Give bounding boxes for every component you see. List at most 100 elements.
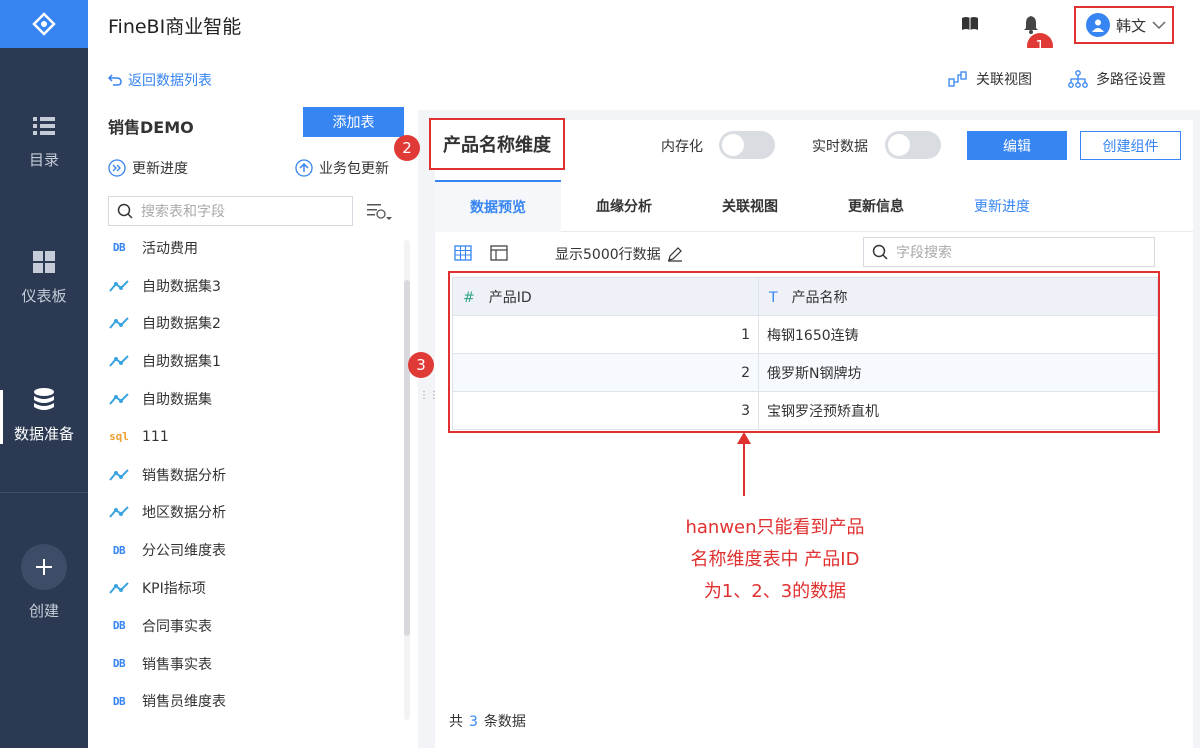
list-item[interactable]: DB 销售员维度表 [108,683,398,721]
table-label: 地区数据分析 [142,505,226,522]
multipath-settings-button[interactable]: 多路径设置 [1068,69,1166,89]
list-scrollbar-thumb[interactable] [404,280,410,636]
list-item[interactable]: 自助数据集2 [108,305,398,343]
hierarchy-icon [1068,70,1088,88]
table-label: KPI指标项 [142,581,206,598]
panel-resize-handle[interactable]: ⋮⋮ [419,390,439,406]
table-list: DB 活动费用 自助数据集3 自助数据集2 自助数据集1 自助数据集 sql 111… [108,229,398,720]
list-item[interactable]: 自助数据集3 [108,267,398,305]
create-component-button[interactable]: 创建组件 [1080,131,1181,160]
column-header-product-name[interactable]: T 产品名称 [758,277,1158,316]
update-progress-link[interactable]: 更新进度 [108,158,188,178]
list-item[interactable]: DB 合同事实表 [108,607,398,645]
table-label: 销售员维度表 [142,694,226,711]
pencil-icon [667,247,682,262]
field-search-placeholder: 字段搜索 [896,245,952,261]
relation-view-button[interactable]: 关联视图 [948,69,1032,89]
realtime-toggle[interactable] [885,131,941,159]
logo-icon [32,12,56,36]
list-item[interactable]: KPI指标项 [108,569,398,607]
self-service-dataset-icon [108,279,130,293]
db-table-icon: DB [112,543,126,557]
list-item[interactable]: 销售数据分析 [108,456,398,494]
number-type-icon: # [463,289,475,306]
table-label: 自助数据集3 [142,278,221,295]
table-label: 活动费用 [142,240,198,257]
app-title: FineBI商业智能 [108,16,242,38]
self-service-dataset-icon [108,316,130,330]
nav-label-create: 创建 [28,601,59,620]
book-icon[interactable] [960,14,980,34]
back-to-data-list-link[interactable]: 返回数据列表 [108,70,212,90]
row-count-value: 3 [469,714,478,730]
in-memory-toggle[interactable] [719,131,775,159]
tab-update-info[interactable]: 更新信息 [813,180,939,232]
table-header-row: # 产品ID T 产品名称 [452,277,1158,316]
create-button[interactable] [21,543,67,590]
back-label: 返回数据列表 [128,73,212,89]
grid-view-icon[interactable] [454,245,472,261]
list-item[interactable]: 地区数据分析 [108,494,398,532]
annotation-badge-3: 3 [408,352,434,378]
nav-item-create[interactable]: 创建 [0,532,88,632]
left-navigation: 目录 仪表板 数据准备 创建 [0,0,88,748]
nav-item-data-prep[interactable]: 数据准备 [0,370,88,460]
upload-icon [295,159,313,177]
relation-view-label: 关联视图 [976,72,1032,88]
add-table-button[interactable]: 添加表 [303,107,404,137]
app-logo[interactable] [0,0,88,48]
cell-product-id: 2 [452,353,759,392]
table-label: 销售事实表 [142,656,212,673]
table-row: 2 俄罗斯N钢牌坊 [452,353,1158,392]
column-header-product-id[interactable]: # 产品ID [452,277,759,316]
search-icon [872,244,888,260]
edit-button[interactable]: 编辑 [967,131,1067,160]
business-package-title: 销售DEMO [108,118,194,137]
list-item[interactable]: DB 活动费用 [108,229,398,267]
annotation-line-2: 名称维度表中 产品ID [690,549,860,570]
list-item[interactable]: DB 分公司维度表 [108,531,398,569]
layout-view-icon[interactable] [490,245,508,261]
package-update-link[interactable]: 业务包更新 [295,158,389,178]
table-label: 111 [142,428,169,445]
table-label: 自助数据集2 [142,316,221,333]
table-label: 分公司维度表 [142,543,226,560]
relation-icon [948,71,967,87]
annotation-arrow-line [743,440,745,496]
db-table-icon: DB [112,657,126,671]
self-service-dataset-icon [108,505,130,519]
list-item[interactable]: sql 111 [108,418,398,456]
nav-label-dashboard: 仪表板 [21,286,67,305]
data-preview-table: # 产品ID T 产品名称 1 梅钢1650连铸 2 俄罗斯N钢牌坊 3 宝钢罗泾预… [448,271,1160,433]
row-count-footer: 共 3 条数据 [449,711,526,731]
table-row: 3 宝钢罗泾预矫直机 [452,391,1158,430]
annotation-line-1: hanwen只能看到产品 [685,517,865,538]
tab-data-preview[interactable]: 数据预览 [435,180,561,232]
list-item[interactable]: DB 销售事实表 [108,645,398,683]
table-title: 产品名称维度 [429,118,565,170]
multipath-label: 多路径设置 [1096,72,1166,88]
self-service-dataset-icon [108,392,130,406]
list-item[interactable]: 自助数据集 [108,380,398,418]
user-menu[interactable]: 韩文 [1074,6,1174,44]
table-row: 1 梅钢1650连铸 [452,315,1158,354]
table-search-input[interactable]: 搜索表和字段 [108,196,353,226]
annotation-line-3: 为1、2、3的数据 [703,581,847,602]
field-search-input[interactable]: 字段搜索 [863,237,1155,267]
detail-tabs: 数据预览 血缘分析 关联视图 更新信息 更新进度 [435,180,1193,232]
package-toolbar: 关联视图 多路径设置 [418,48,1200,110]
row-limit-setting[interactable]: 显示5000行数据 [555,244,683,264]
tab-lineage[interactable]: 血缘分析 [561,180,687,232]
column-name: 产品名称 [791,289,848,306]
realtime-label: 实时数据 [812,139,868,155]
tab-relation-view[interactable]: 关联视图 [687,180,813,232]
filter-settings-icon[interactable] [366,201,392,223]
bell-icon[interactable] [1021,14,1041,34]
nav-label-data-prep: 数据准备 [13,424,74,443]
table-search-placeholder: 搜索表和字段 [141,204,225,220]
list-item[interactable]: 自助数据集1 [108,342,398,380]
user-name: 韩文 [1116,16,1147,35]
tab-update-progress[interactable]: 更新进度 [939,180,1065,232]
nav-item-dashboard[interactable]: 仪表板 [0,232,88,322]
nav-item-catalog[interactable]: 目录 [0,96,88,186]
